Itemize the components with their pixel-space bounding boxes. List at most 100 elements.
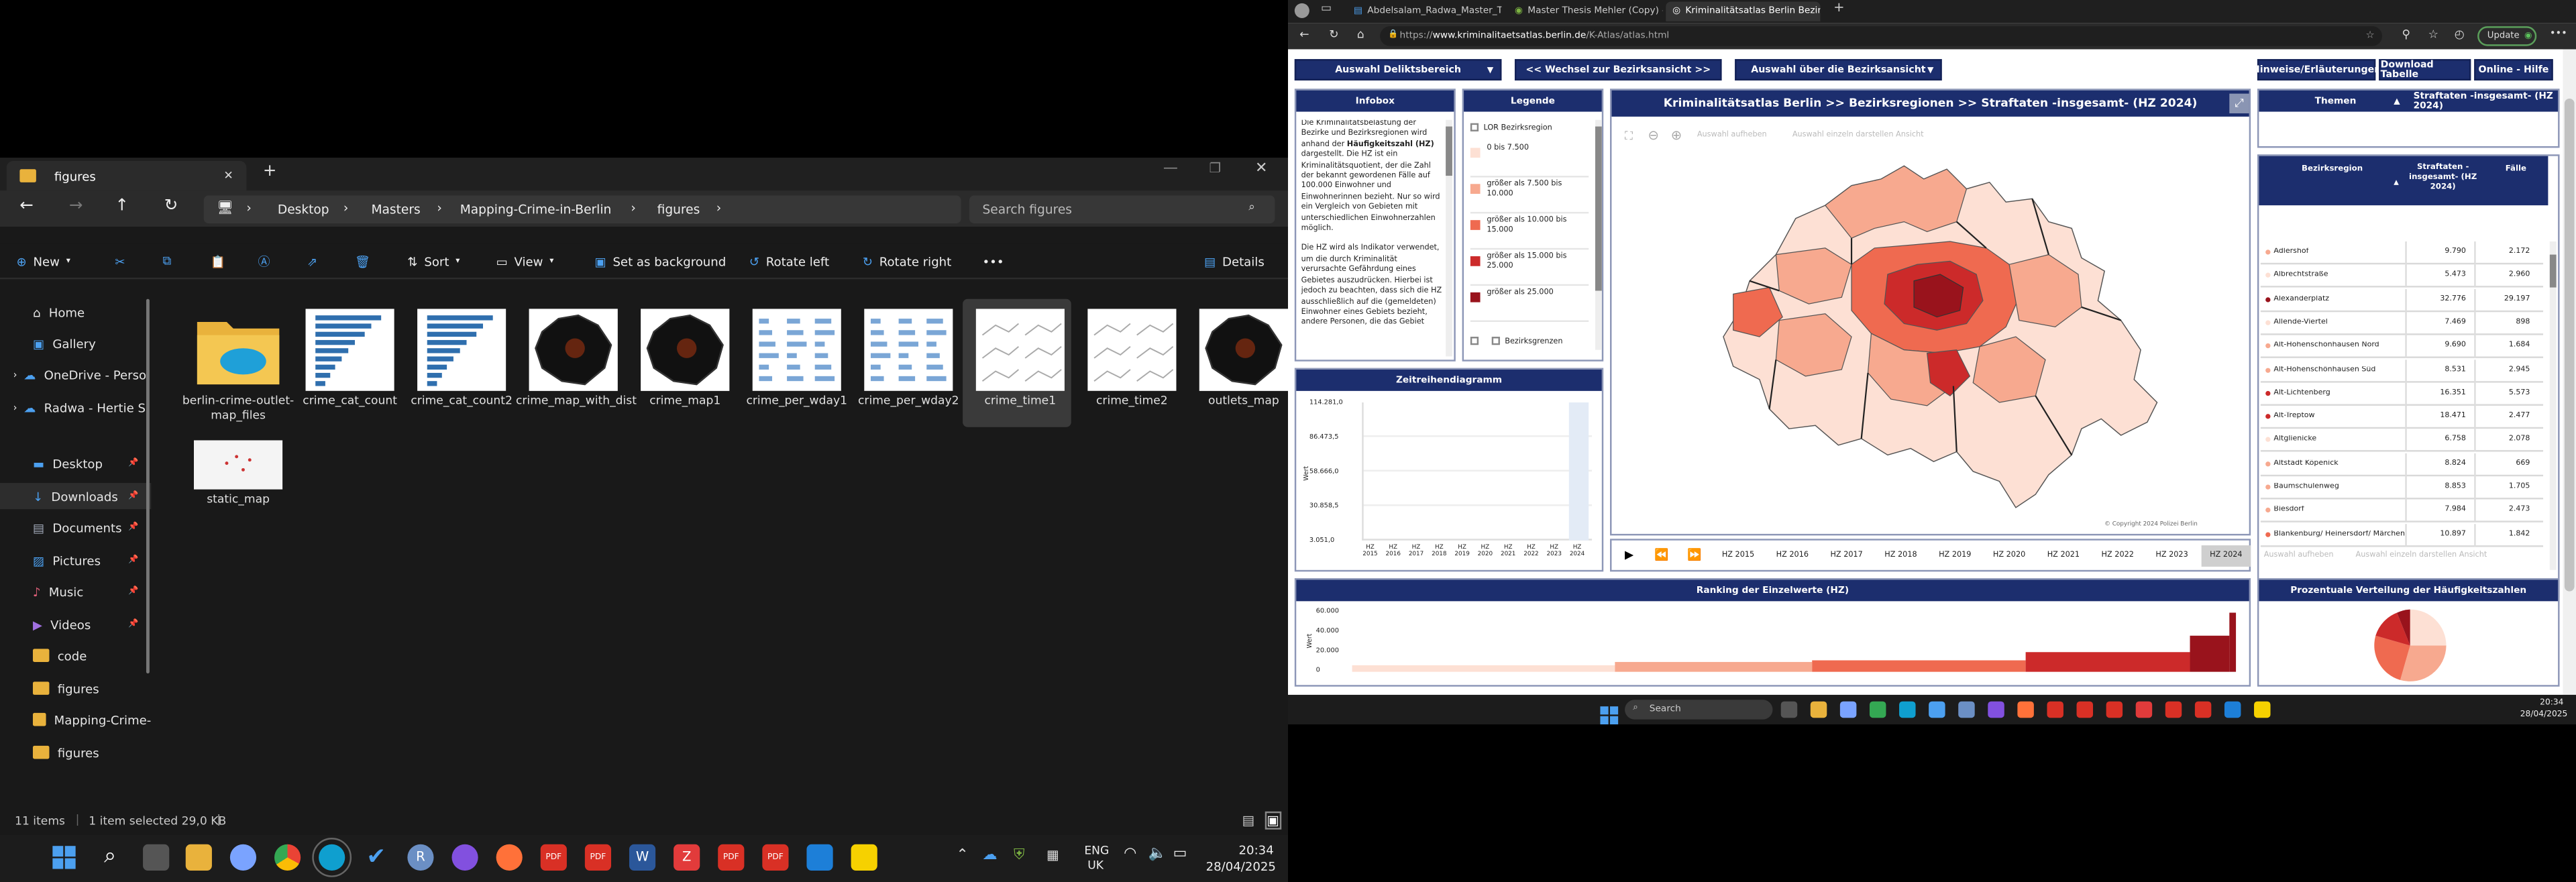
year-button[interactable]: HZ 2023 xyxy=(2147,545,2196,567)
file-explorer-taskbar-icon[interactable] xyxy=(185,844,212,871)
table-row[interactable]: Altstadt Köpenick 8.824 669 xyxy=(2260,453,2544,476)
bezirksgrenzen-toggle[interactable]: Bezirksgrenzen xyxy=(1470,337,1595,349)
sort-button[interactable]: ⇅ Sort ▾ xyxy=(407,250,460,272)
paste-icon[interactable]: 📋 xyxy=(210,250,225,272)
year-button[interactable]: HZ 2020 xyxy=(1984,545,2033,567)
rotate-left-button[interactable]: ↺ Rotate left xyxy=(749,250,829,272)
home-icon[interactable]: ⌂ xyxy=(1357,28,1364,42)
word-icon[interactable]: W xyxy=(629,844,656,871)
back-icon[interactable]: ← xyxy=(19,197,34,215)
tab-actions-icon[interactable]: ▭ xyxy=(1321,1,1332,15)
deliktsbereich-dropdown[interactable]: Auswahl Deliktsbereich ▼ xyxy=(1294,59,1502,81)
explorer-tab[interactable]: figures ✕ xyxy=(6,161,247,191)
file-item[interactable]: crime_per_wday1 xyxy=(739,299,848,427)
wechsel-bezirksansicht-button[interactable]: << Wechsel zur Bezirksansicht >> xyxy=(1514,59,1722,81)
share-icon[interactable]: ⇗ xyxy=(307,250,317,272)
details-button[interactable]: ▤ Details xyxy=(1204,250,1265,272)
sidebar-scrollbar[interactable] xyxy=(146,298,150,674)
sidebar-item-code[interactable]: code xyxy=(0,643,151,669)
tab-kriminalitaetsatlas[interactable]: ◎Kriminalitätsatlas Berlin Bezirksr✕ xyxy=(1666,1,1821,21)
copilot-icon[interactable] xyxy=(229,844,257,871)
close-tab-icon[interactable]: ✕ xyxy=(223,169,233,182)
file-item[interactable]: crime_cat_count2 xyxy=(404,299,513,427)
table-row[interactable]: Alt-Lichtenberg 16.351 5.573 xyxy=(2260,382,2544,406)
verteilung-pie-chart[interactable] xyxy=(2371,606,2450,685)
onedrive-tray-icon[interactable]: ☁ xyxy=(983,848,998,864)
pdf-icon[interactable]: PDF xyxy=(762,844,789,871)
checkbox-icon[interactable] xyxy=(1470,123,1479,131)
firefox-icon[interactable] xyxy=(496,844,523,871)
history-icon[interactable]: ◴ xyxy=(2455,28,2465,42)
paint-icon[interactable] xyxy=(806,844,833,871)
maximize-icon[interactable]: ❐ xyxy=(1209,161,1221,176)
volume-icon[interactable]: 🔈 xyxy=(1148,846,1167,862)
table-row[interactable]: Albrechtstraße 5.473 2.960 xyxy=(2260,265,2544,288)
breadcrumb-mapping[interactable]: Mapping-Crime-in-Berlin xyxy=(460,202,612,217)
cut-icon[interactable]: ✂ xyxy=(115,250,125,272)
close-window-icon[interactable]: ✕ xyxy=(1255,161,1267,177)
taskbar-search[interactable]: ⌕ Search xyxy=(1625,700,1773,720)
more-icon[interactable]: ••• xyxy=(2550,28,2567,40)
pdf-icon[interactable]: PDF xyxy=(540,844,567,871)
favorite-icon[interactable]: ☆ xyxy=(2366,30,2375,41)
details-view-icon[interactable]: ▤ xyxy=(1242,813,1254,828)
clock-date[interactable]: 28/04/2025 xyxy=(2520,710,2568,720)
online-hilfe-button[interactable]: Online - Hilfe xyxy=(2474,59,2553,81)
table-row[interactable]: Alt-Treptow 18.471 2.477 xyxy=(2260,406,2544,429)
col-faelle[interactable]: Fälle xyxy=(2506,166,2526,174)
year-button[interactable]: HZ 2021 xyxy=(2039,545,2088,567)
start-icon[interactable] xyxy=(1600,700,1619,725)
rotate-right-button[interactable]: ↻ Rotate right xyxy=(863,250,952,272)
expand-icon[interactable]: ⤢ xyxy=(2229,93,2249,113)
rewind-icon[interactable]: ⏪ xyxy=(1654,549,1668,562)
sidebar-item-onedrive[interactable]: › ☁ OneDrive - Perso xyxy=(0,362,151,388)
new-tab-icon[interactable]: + xyxy=(263,162,277,180)
r-icon[interactable]: R xyxy=(407,844,434,871)
sidebar-item-home[interactable]: ⌂ Home xyxy=(0,299,151,325)
year-button[interactable]: HZ 2019 xyxy=(1931,545,1980,567)
year-button[interactable]: HZ 2018 xyxy=(1876,545,1925,567)
pdf-icon[interactable] xyxy=(2076,701,2094,718)
tab-thesis-pdf[interactable]: ▤Abdelsalam_Radwa_Master_Thesi✕ xyxy=(1347,1,1501,21)
sticky-notes-icon[interactable] xyxy=(851,844,877,871)
tiles-view-icon[interactable]: ▣ xyxy=(1265,811,1281,830)
table-scrollbar[interactable] xyxy=(2549,241,2557,570)
file-item[interactable]: crime_map_with_dist xyxy=(516,299,637,427)
chrome-icon[interactable] xyxy=(1869,701,1886,718)
sidebar-item-pictures[interactable]: ▨ Pictures 📌 xyxy=(0,547,151,573)
table-row[interactable]: Blankenburg/ Heinersdorf/ Märchenland 10.… xyxy=(2260,523,2544,547)
copy-icon[interactable]: ⧉ xyxy=(162,250,171,272)
zoom-out-icon[interactable]: ⊖ xyxy=(1648,128,1658,143)
year-button[interactable]: HZ 2015 xyxy=(1713,545,1762,567)
chrome-icon[interactable] xyxy=(274,844,301,871)
favorites-icon[interactable]: ☆ xyxy=(2428,28,2438,42)
zoom-in-icon[interactable]: ⊕ xyxy=(1671,128,1682,143)
chevron-up-icon[interactable]: ⌃ xyxy=(956,848,968,864)
refresh-icon[interactable]: ↻ xyxy=(164,197,178,215)
zotero-icon[interactable]: Z xyxy=(674,844,700,871)
set-background-button[interactable]: ▣ Set as background xyxy=(595,250,727,272)
pdf-icon[interactable] xyxy=(2047,701,2063,718)
tab-thesis-copy[interactable]: ◉Master Thesis Mehler (Copy) - Cr✕ xyxy=(1508,1,1662,21)
sticky-notes-icon[interactable] xyxy=(2254,701,2271,718)
security-tray-icon[interactable]: ⛨ xyxy=(1014,848,1025,864)
file-item[interactable]: crime_map1 xyxy=(628,299,737,427)
computer-icon[interactable]: 🖥 xyxy=(217,201,233,215)
pie-slice-1[interactable] xyxy=(2410,609,2447,646)
year-button[interactable]: HZ 2022 xyxy=(2093,545,2142,567)
battery-icon[interactable]: ▭ xyxy=(1173,846,1187,862)
layer-toggle[interactable]: LOR Bezirksregion xyxy=(1470,123,1595,135)
sidebar-item-figures[interactable]: figures xyxy=(0,675,151,702)
checkbox-icon[interactable] xyxy=(1470,337,1479,345)
rename-icon[interactable]: Ⓐ xyxy=(258,250,270,272)
breadcrumb-desktop[interactable]: Desktop xyxy=(278,202,329,217)
new-button[interactable]: ⊕ New ▾ xyxy=(16,250,70,272)
breadcrumb-figures[interactable]: figures xyxy=(657,202,700,217)
checkbox-icon[interactable] xyxy=(1491,337,1500,345)
legende-scrollbar[interactable] xyxy=(1595,119,1602,350)
clock-date[interactable]: 28/04/2025 xyxy=(1206,859,1276,874)
search-icon[interactable]: ⌕ xyxy=(97,844,123,871)
refresh-icon[interactable]: ↻ xyxy=(1329,28,1338,42)
berlin-choropleth-map[interactable] xyxy=(1710,156,2170,514)
pdf-icon[interactable]: PDF xyxy=(584,844,612,871)
